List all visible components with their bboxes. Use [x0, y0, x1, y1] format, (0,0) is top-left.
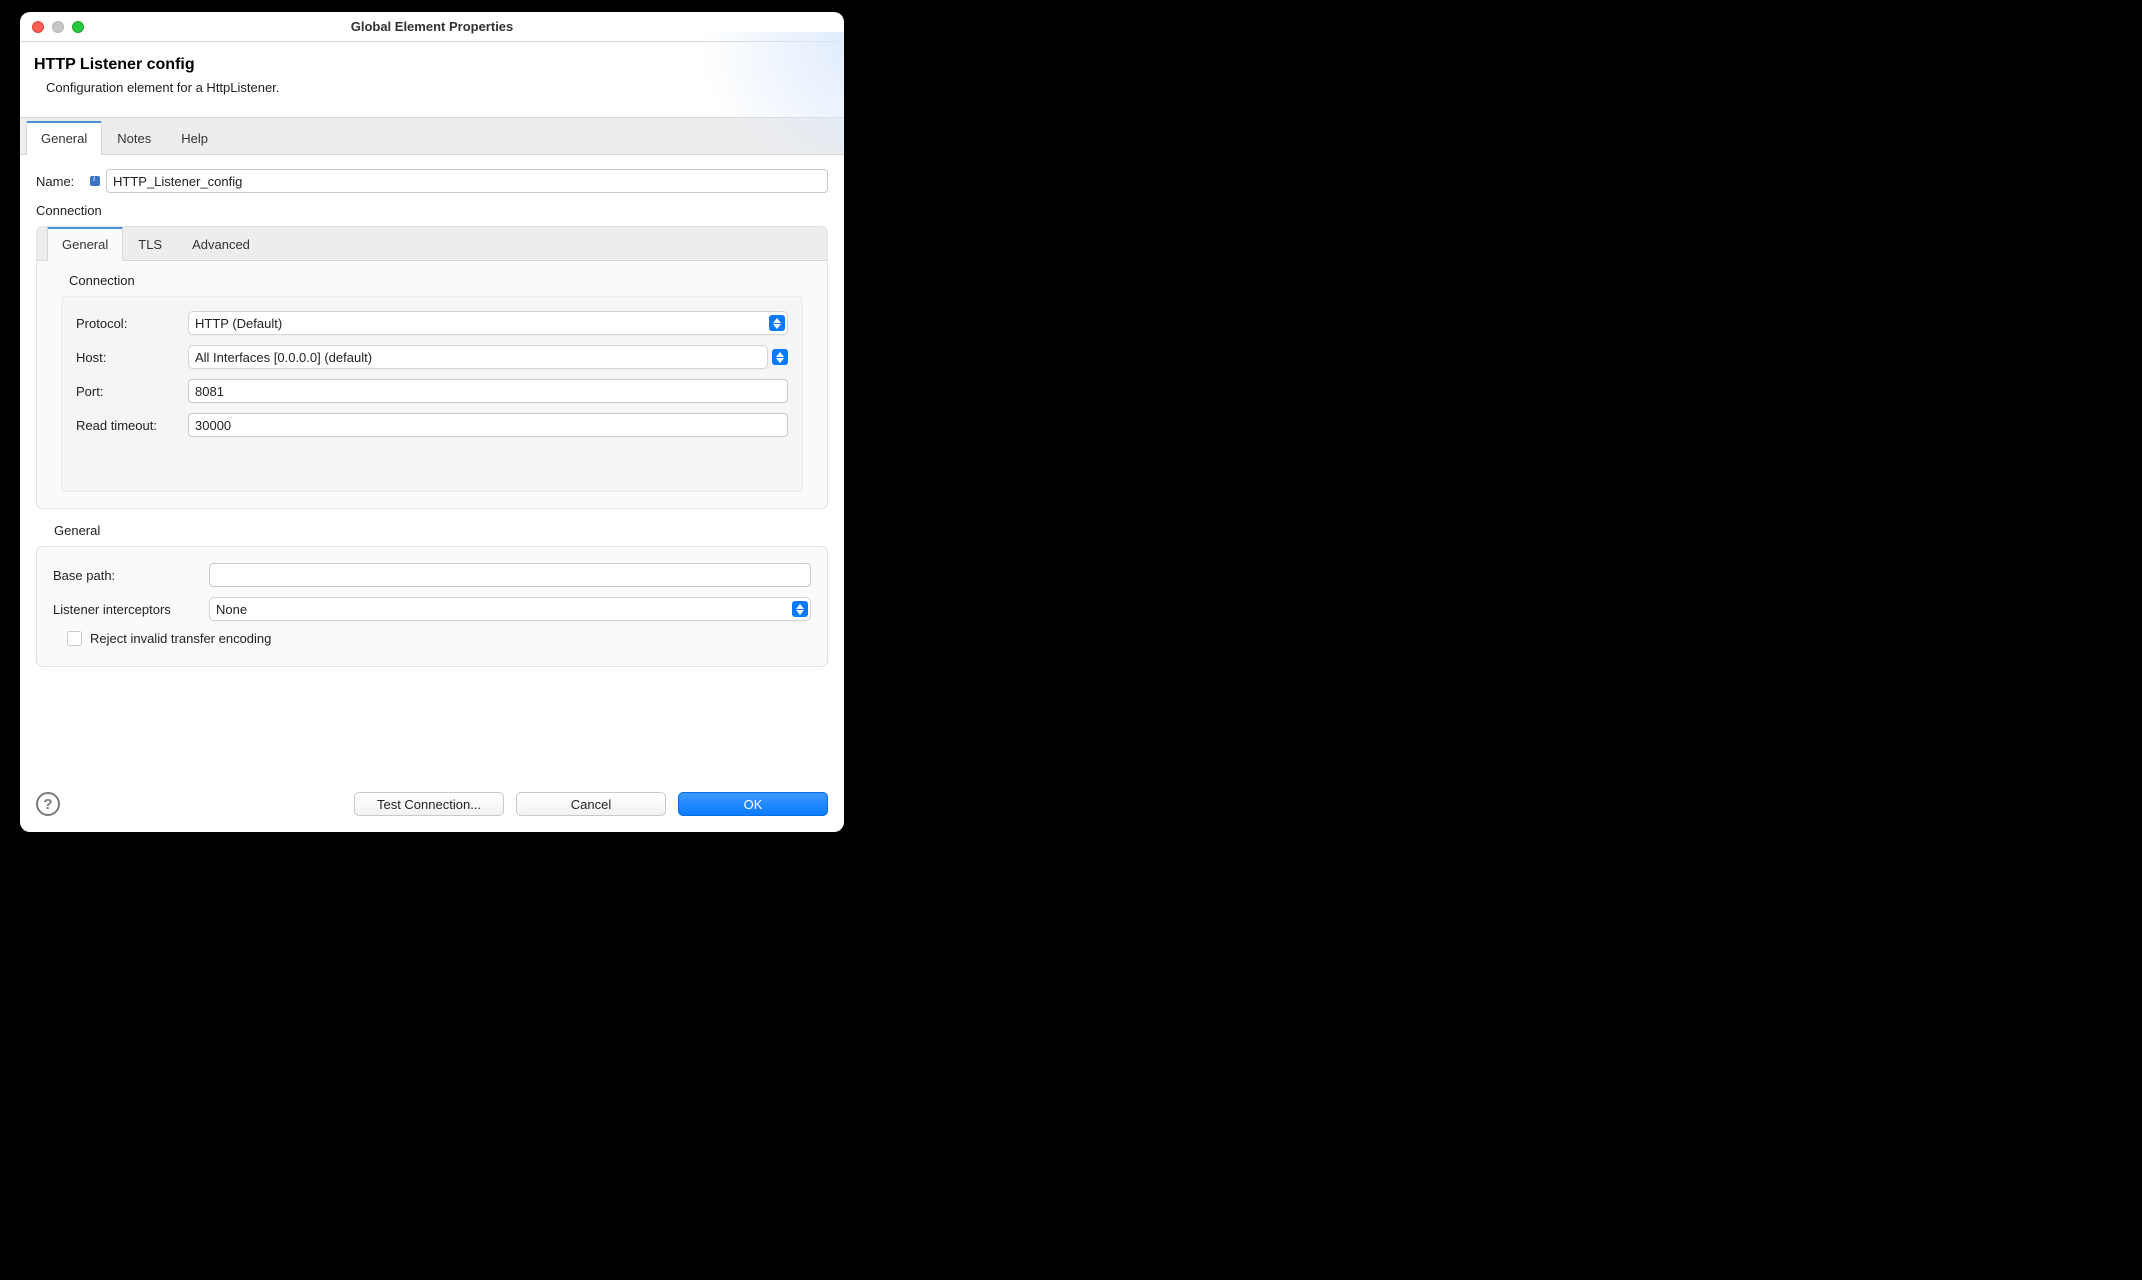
read-timeout-label: Read timeout: [76, 418, 188, 433]
host-select[interactable]: All Interfaces [0.0.0.0] (default) [188, 345, 788, 369]
interceptors-select[interactable]: None [209, 597, 811, 621]
footer: ? Test Connection... Cancel OK [20, 780, 844, 832]
page-description: Configuration element for a HttpListener… [34, 80, 830, 95]
connection-sublabel: Connection [69, 273, 815, 288]
tab-general[interactable]: General [26, 121, 102, 155]
content-area: Name: Connection General TLS Advanced Co… [20, 155, 844, 780]
general-group: Base path: Listener interceptors None Re… [36, 546, 828, 667]
traffic-lights [20, 21, 84, 33]
inner-tab-advanced[interactable]: Advanced [177, 227, 265, 260]
protocol-select[interactable]: HTTP (Default) [188, 311, 788, 335]
chevron-up-down-icon [792, 601, 808, 617]
info-icon [90, 176, 100, 186]
interceptors-label: Listener interceptors [53, 602, 209, 617]
reject-invalid-checkbox[interactable] [67, 631, 82, 646]
tab-help[interactable]: Help [166, 121, 223, 154]
connection-section-label: Connection [36, 203, 828, 218]
dialog-window: Global Element Properties HTTP Listener … [20, 12, 844, 832]
port-label: Port: [76, 384, 188, 399]
protocol-label: Protocol: [76, 316, 188, 331]
header: HTTP Listener config Configuration eleme… [20, 42, 844, 117]
general-section-label: General [54, 523, 828, 538]
host-label: Host: [76, 350, 188, 365]
chevron-up-down-icon [769, 315, 785, 331]
minimize-icon [52, 21, 64, 33]
close-icon[interactable] [32, 21, 44, 33]
ok-button[interactable]: OK [678, 792, 828, 816]
read-timeout-input[interactable] [188, 413, 788, 437]
interceptors-value: None [216, 602, 247, 617]
name-label: Name: [36, 174, 88, 189]
cancel-button[interactable]: Cancel [516, 792, 666, 816]
name-input[interactable] [106, 169, 828, 193]
chevron-up-down-icon [772, 349, 788, 365]
protocol-value: HTTP (Default) [195, 316, 282, 331]
tab-notes[interactable]: Notes [102, 121, 166, 154]
page-title: HTTP Listener config [34, 56, 830, 74]
maximize-icon[interactable] [72, 21, 84, 33]
base-path-input[interactable] [209, 563, 811, 587]
reject-invalid-label: Reject invalid transfer encoding [90, 631, 271, 646]
base-path-label: Base path: [53, 568, 209, 583]
host-value: All Interfaces [0.0.0.0] (default) [195, 350, 372, 365]
connection-group: General TLS Advanced Connection Protocol… [36, 226, 828, 509]
inner-tab-tls[interactable]: TLS [123, 227, 177, 260]
help-icon[interactable]: ? [36, 792, 60, 816]
connection-subgroup: Protocol: HTTP (Default) Host: All Inter… [61, 296, 803, 492]
port-input[interactable] [188, 379, 788, 403]
test-connection-button[interactable]: Test Connection... [354, 792, 504, 816]
connection-inner-tabs: General TLS Advanced [37, 227, 827, 261]
inner-tab-general[interactable]: General [47, 227, 123, 261]
